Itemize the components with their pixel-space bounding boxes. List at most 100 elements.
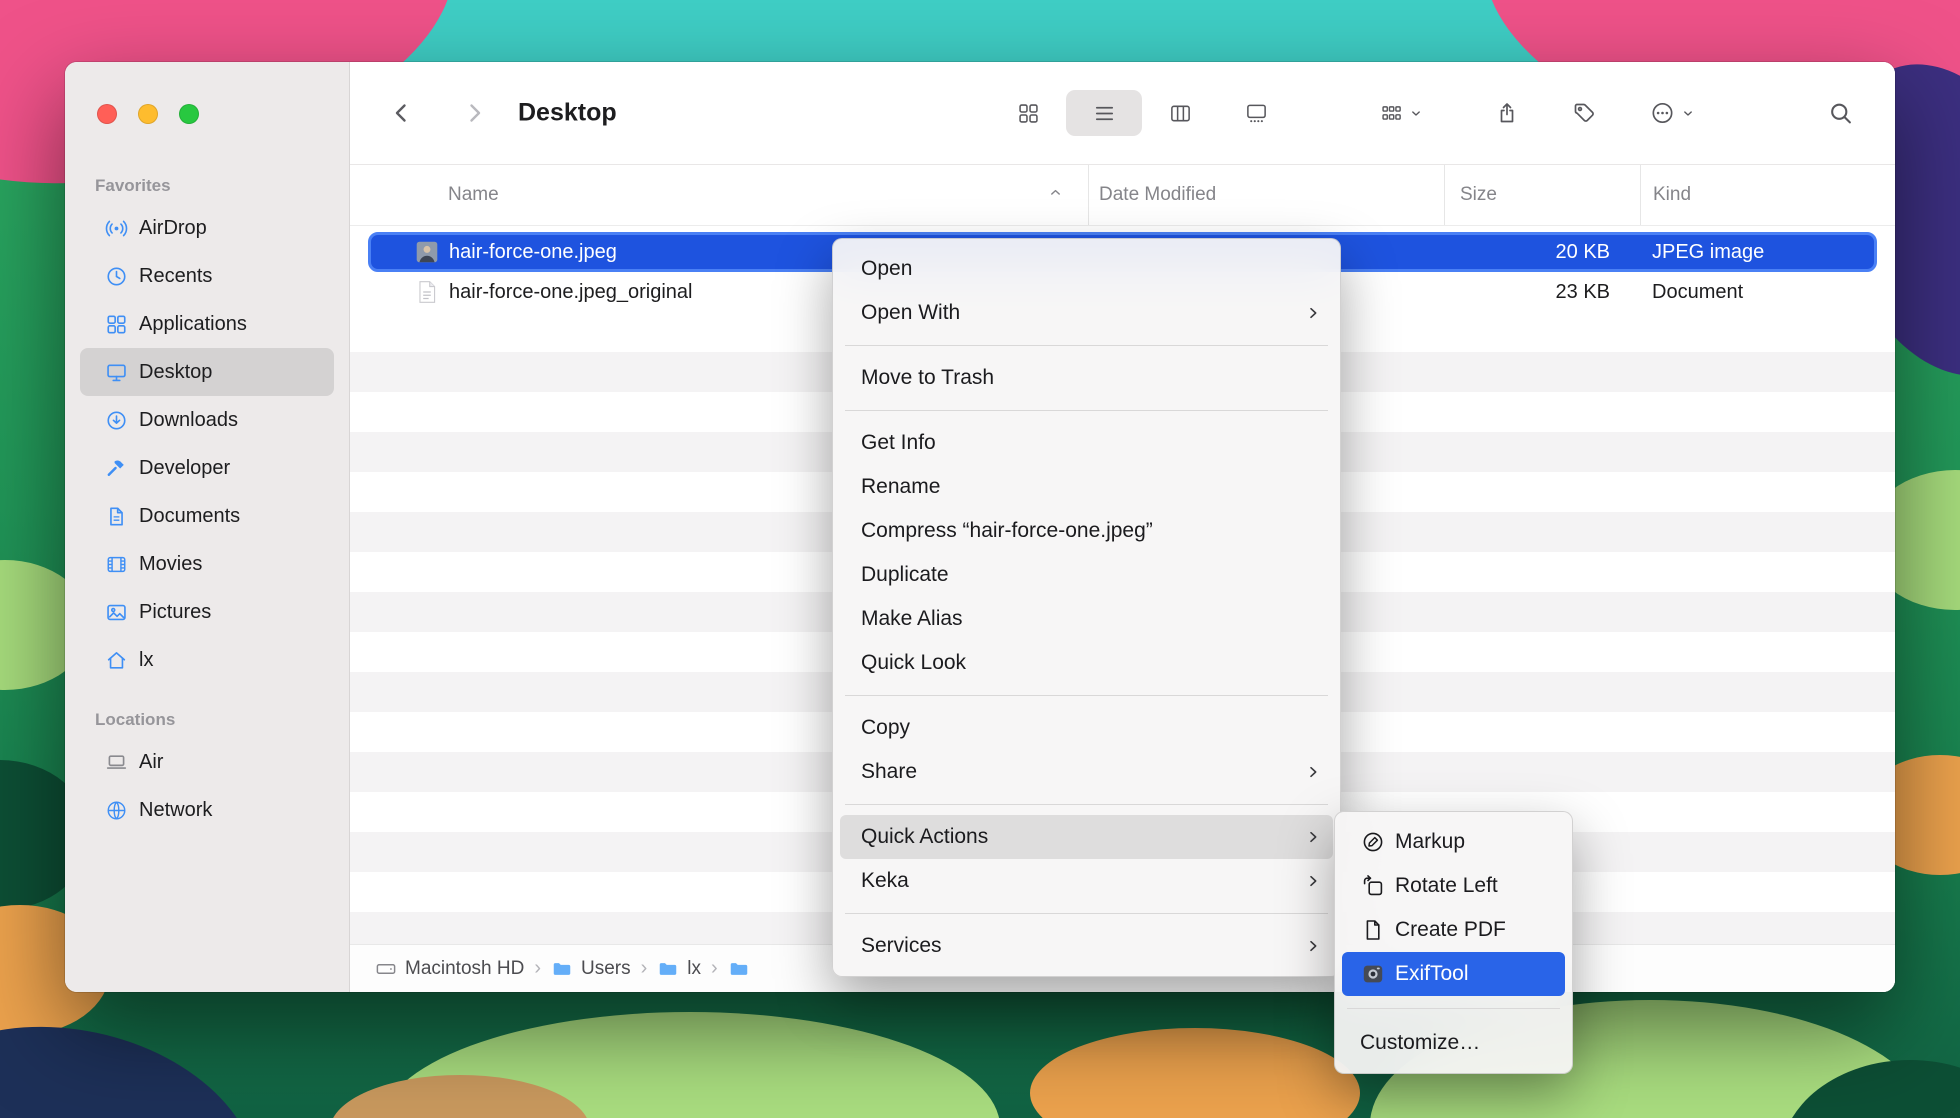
quick-actions-submenu: Markup Rotate Left Create PDF ExifTool C… xyxy=(1334,811,1573,1074)
film-icon xyxy=(104,552,128,576)
sidebar-item-label: Downloads xyxy=(139,409,238,432)
menu-separator xyxy=(845,804,1328,805)
menu-item-copy[interactable]: Copy xyxy=(840,706,1333,750)
close-button[interactable] xyxy=(97,104,117,124)
menu-item-label: Rename xyxy=(861,475,940,499)
menu-item-label: Markup xyxy=(1395,830,1465,854)
column-label: Date Modified xyxy=(1099,184,1216,206)
globe-icon xyxy=(104,798,128,822)
ellipsis-circle-icon xyxy=(1650,101,1675,126)
sidebar-item-label: Pictures xyxy=(139,601,211,624)
menu-item-label: Services xyxy=(861,934,942,958)
column-header-date-modified[interactable]: Date Modified xyxy=(1088,165,1444,225)
menu-item-label: Keka xyxy=(861,869,909,893)
sidebar-item-label: Network xyxy=(139,799,212,822)
path-separator: › xyxy=(641,957,648,980)
sidebar-item-developer[interactable]: Developer xyxy=(80,444,334,492)
path-item-users[interactable]: Users xyxy=(551,958,631,980)
menu-item-move-to-trash[interactable]: Move to Trash xyxy=(840,356,1333,400)
menu-item-keka[interactable]: Keka xyxy=(840,859,1333,903)
path-item-lx[interactable]: lx xyxy=(657,958,701,980)
menu-item-rename[interactable]: Rename xyxy=(840,465,1333,509)
menu-item-label: Quick Look xyxy=(861,651,966,675)
minimize-button[interactable] xyxy=(138,104,158,124)
path-item-macintosh-hd[interactable]: Macintosh HD xyxy=(375,958,524,980)
chevron-down-icon xyxy=(1681,106,1695,120)
view-icons-button[interactable] xyxy=(990,90,1066,136)
menu-item-open-with[interactable]: Open With xyxy=(840,291,1333,335)
view-gallery-button[interactable] xyxy=(1218,90,1294,136)
sidebar-item-documents[interactable]: Documents xyxy=(80,492,334,540)
sidebar-item-label: Applications xyxy=(139,313,247,336)
view-list-button[interactable] xyxy=(1066,90,1142,136)
folder-icon xyxy=(657,958,679,980)
sidebar-item-recents[interactable]: Recents xyxy=(80,252,334,300)
menu-item-label: Create PDF xyxy=(1395,918,1506,942)
sidebar-section-locations: Locations xyxy=(95,710,349,732)
submenu-item-exiftool[interactable]: ExifTool xyxy=(1342,952,1565,996)
more-actions-button[interactable] xyxy=(1650,101,1695,126)
menu-item-label: Rotate Left xyxy=(1395,874,1498,898)
menu-item-share[interactable]: Share xyxy=(840,750,1333,794)
menu-item-quick-look[interactable]: Quick Look xyxy=(840,641,1333,685)
window-title: Desktop xyxy=(518,99,617,128)
share-button[interactable] xyxy=(1495,101,1519,125)
pictures-icon xyxy=(104,600,128,624)
menu-item-compress[interactable]: Compress “hair-force-one.jpeg” xyxy=(840,509,1333,553)
menu-item-label: Move to Trash xyxy=(861,366,994,390)
menu-item-label: Copy xyxy=(861,716,910,740)
view-columns-button[interactable] xyxy=(1142,90,1218,136)
sidebar-item-pictures[interactable]: Pictures xyxy=(80,588,334,636)
clock-icon xyxy=(104,264,128,288)
back-button[interactable] xyxy=(390,101,414,125)
desktop: Favorites AirDrop Recents Applications D… xyxy=(0,0,1960,1118)
path-separator: › xyxy=(534,957,541,980)
sidebar-item-air[interactable]: Air xyxy=(80,738,334,786)
menu-item-duplicate[interactable]: Duplicate xyxy=(840,553,1333,597)
column-header-kind[interactable]: Kind xyxy=(1640,165,1895,225)
menu-item-get-info[interactable]: Get Info xyxy=(840,421,1333,465)
menu-item-label: ExifTool xyxy=(1395,962,1469,986)
menu-item-label: Compress “hair-force-one.jpeg” xyxy=(861,519,1153,543)
sidebar-item-movies[interactable]: Movies xyxy=(80,540,334,588)
menu-item-make-alias[interactable]: Make Alias xyxy=(840,597,1333,641)
submenu-item-create-pdf[interactable]: Create PDF xyxy=(1342,908,1565,952)
group-button[interactable] xyxy=(1380,102,1423,125)
sidebar: Favorites AirDrop Recents Applications D… xyxy=(65,62,350,992)
path-item-truncated[interactable] xyxy=(728,958,758,980)
forward-button[interactable] xyxy=(462,101,486,125)
menu-item-label: Make Alias xyxy=(861,607,963,631)
view-switcher xyxy=(990,90,1294,136)
menu-item-label: Share xyxy=(861,760,917,784)
file-kind: JPEG image xyxy=(1640,232,1895,272)
sidebar-item-airdrop[interactable]: AirDrop xyxy=(80,204,334,252)
menu-item-open[interactable]: Open xyxy=(840,247,1333,291)
menu-separator xyxy=(845,410,1328,411)
tags-button[interactable] xyxy=(1572,101,1596,125)
wallpaper-shape xyxy=(1030,1028,1360,1118)
menu-item-services[interactable]: Services xyxy=(840,924,1333,968)
submenu-chevron-icon xyxy=(1305,938,1321,954)
image-thumbnail-icon xyxy=(414,239,440,265)
submenu-item-rotate-left[interactable]: Rotate Left xyxy=(1342,864,1565,908)
window-controls xyxy=(97,104,199,124)
sidebar-item-desktop[interactable]: Desktop xyxy=(80,348,334,396)
sidebar-item-label: Air xyxy=(139,751,163,774)
search-button[interactable] xyxy=(1828,101,1853,126)
sidebar-section-favorites: Favorites xyxy=(95,176,349,198)
sidebar-item-applications[interactable]: Applications xyxy=(80,300,334,348)
submenu-item-markup[interactable]: Markup xyxy=(1342,820,1565,864)
submenu-item-customize[interactable]: Customize… xyxy=(1342,1021,1565,1065)
sidebar-item-lx[interactable]: lx xyxy=(80,636,334,684)
toolbar: Desktop xyxy=(350,62,1895,165)
zoom-button[interactable] xyxy=(179,104,199,124)
sidebar-item-network[interactable]: Network xyxy=(80,786,334,834)
path-label: Users xyxy=(581,958,631,980)
menu-item-quick-actions[interactable]: Quick Actions xyxy=(840,815,1333,859)
column-header-size[interactable]: Size xyxy=(1444,165,1640,225)
sidebar-item-label: Developer xyxy=(139,457,230,480)
rotate-left-icon xyxy=(1360,873,1386,899)
sidebar-item-downloads[interactable]: Downloads xyxy=(80,396,334,444)
column-header-name[interactable]: Name xyxy=(350,165,1088,225)
laptop-icon xyxy=(104,750,128,774)
